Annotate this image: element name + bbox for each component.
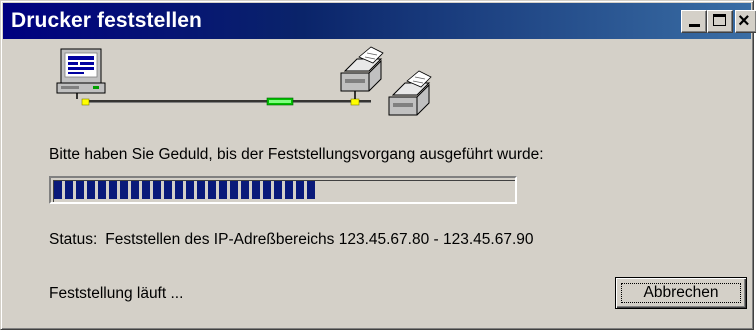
progress-block [197,181,205,199]
computer-icon [56,48,106,99]
maximize-button[interactable] [707,10,733,33]
progress-block [87,181,95,199]
minimize-button[interactable] [681,10,707,33]
progress-fill [54,181,315,199]
cancel-button-label: Abbrechen [643,284,719,301]
progress-block [142,181,150,199]
title-bar[interactable]: Drucker feststellen × [3,3,756,39]
progress-block [230,181,238,199]
progress-block [208,181,216,199]
maximize-icon [713,14,726,26]
progress-block [164,181,172,199]
progress-block [307,181,315,199]
network-cable-icon [81,97,371,106]
status-label: Status: [49,231,98,248]
progress-block [98,181,106,199]
progress-block [296,181,304,199]
status-line: Status: Feststellen des IP-Adreßbereichs … [49,231,534,249]
progress-block [54,181,62,199]
progress-block [241,181,249,199]
close-icon: × [738,10,750,32]
progress-block [120,181,128,199]
progress-block [186,181,194,199]
progress-block [153,181,161,199]
wait-message: Bitte haben Sie Geduld, bis der Feststel… [49,146,544,163]
progress-block [219,181,227,199]
progress-block [175,181,183,199]
minimize-icon [689,24,700,27]
progress-block [131,181,139,199]
progress-state-text: Feststellung läuft ... [49,285,184,302]
status-text: Feststellen des IP-Adreßbereichs 123.45.… [105,231,534,248]
dialog-window: Drucker feststellen × Bitte haben Sie Ge… [0,0,756,330]
progress-block [252,181,260,199]
close-button[interactable]: × [735,10,756,33]
network-illustration [56,46,432,116]
progress-block [109,181,117,199]
progress-bar [49,176,517,204]
window-title: Drucker feststellen [11,9,202,32]
progress-block [263,181,271,199]
progress-block [65,181,73,199]
progress-block [274,181,282,199]
progress-block [285,181,293,199]
printer-icon [388,70,432,116]
printer-icon [340,46,384,99]
cancel-button[interactable]: Abbrechen [615,277,747,309]
progress-block [76,181,84,199]
